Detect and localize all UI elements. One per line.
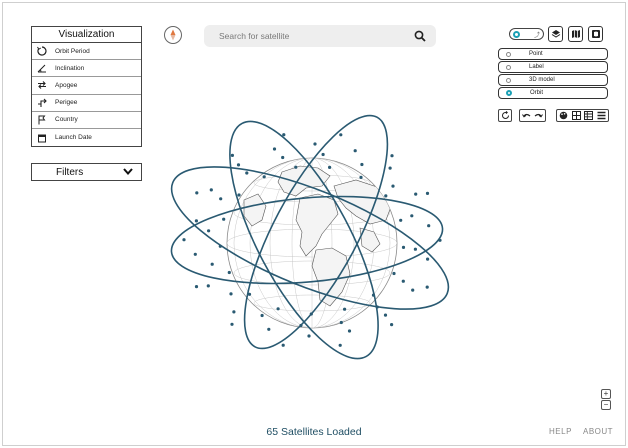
satellite-dot[interactable]: [236, 163, 241, 167]
satellite-dot[interactable]: [230, 322, 234, 326]
satellite-dot[interactable]: [294, 165, 298, 169]
satellite-dot[interactable]: [207, 229, 211, 233]
satellite-dot[interactable]: [427, 224, 431, 228]
satellite-dot[interactable]: [339, 133, 343, 137]
satellite-dot[interactable]: [390, 154, 394, 158]
zoom-out-button[interactable]: −: [601, 400, 611, 410]
satellite-dot[interactable]: [328, 165, 332, 169]
satellite-dot[interactable]: [414, 192, 418, 196]
satellite-dot[interactable]: [193, 252, 197, 256]
satellite-dot[interactable]: [222, 217, 226, 221]
satellite-dot[interactable]: [182, 238, 186, 242]
satellite-dot[interactable]: [245, 171, 249, 175]
satellite-dot[interactable]: [399, 218, 403, 222]
satellite-dot[interactable]: [194, 219, 198, 223]
satellite-dot[interactable]: [229, 292, 233, 296]
about-link[interactable]: ABOUT: [583, 427, 613, 436]
satellite-dot[interactable]: [401, 279, 405, 283]
satellite-dot[interactable]: [281, 343, 285, 347]
satellite-dot[interactable]: [313, 142, 317, 146]
satellite-dot[interactable]: [359, 175, 363, 179]
satellite-dot[interactable]: [390, 323, 394, 327]
satellite-dot[interactable]: [299, 323, 303, 328]
satellite-dot[interactable]: [281, 155, 285, 160]
satellite-dot[interactable]: [391, 184, 395, 188]
satellite-dot[interactable]: [384, 194, 388, 198]
satellite-dot[interactable]: [272, 147, 277, 151]
satellite-dot[interactable]: [307, 334, 311, 338]
satellite-dot[interactable]: [209, 188, 213, 192]
satellite-dot[interactable]: [343, 307, 347, 311]
satellite-dot[interactable]: [309, 312, 313, 316]
satellite-dot[interactable]: [401, 245, 406, 249]
zoom-in-button[interactable]: +: [601, 389, 611, 399]
satellite-dot[interactable]: [347, 329, 352, 333]
satellite-dot[interactable]: [413, 247, 417, 251]
earth-globe: [226, 157, 398, 329]
satellite-dot[interactable]: [247, 292, 252, 296]
help-link[interactable]: HELP: [549, 427, 572, 436]
satellite-dot[interactable]: [206, 284, 210, 288]
satellite-dot[interactable]: [383, 313, 388, 317]
satellite-dot[interactable]: [411, 288, 415, 292]
satellite-dot[interactable]: [360, 162, 364, 167]
satellite-dot[interactable]: [371, 293, 376, 297]
satellite-dot[interactable]: [425, 191, 430, 195]
satellite-dot[interactable]: [410, 214, 414, 218]
satellite-dot[interactable]: [194, 285, 199, 289]
satellite-dot[interactable]: [230, 153, 234, 157]
satellites-loaded-status: 65 Satellites Loaded: [266, 426, 362, 438]
globe-viewport: [0, 0, 628, 448]
satellite-dot[interactable]: [195, 191, 199, 195]
satellite-dot[interactable]: [321, 152, 325, 157]
satellite-dot[interactable]: [218, 244, 222, 248]
satellite-dot[interactable]: [276, 307, 280, 311]
satellite-dot[interactable]: [388, 166, 392, 170]
satellite-dot[interactable]: [438, 238, 442, 242]
satellite-dot[interactable]: [232, 310, 236, 314]
satellite-dot[interactable]: [339, 320, 343, 325]
satellite-dot[interactable]: [227, 270, 231, 275]
satellite-dot[interactable]: [210, 262, 214, 266]
satellite-dot[interactable]: [425, 285, 429, 289]
satellite-dot[interactable]: [375, 305, 379, 309]
satellite-dot[interactable]: [267, 327, 271, 331]
satellite-dot[interactable]: [392, 271, 396, 276]
satellite-dot[interactable]: [353, 149, 357, 153]
satellite-dot[interactable]: [219, 197, 223, 201]
satellite-dot[interactable]: [262, 175, 266, 179]
satellite-dot[interactable]: [260, 313, 264, 318]
satellite-dot[interactable]: [282, 133, 286, 137]
globe-canvas[interactable]: [0, 0, 628, 448]
satellite-dot[interactable]: [426, 257, 430, 261]
satellite-dot[interactable]: [237, 193, 241, 197]
satellite-dot[interactable]: [338, 343, 342, 347]
